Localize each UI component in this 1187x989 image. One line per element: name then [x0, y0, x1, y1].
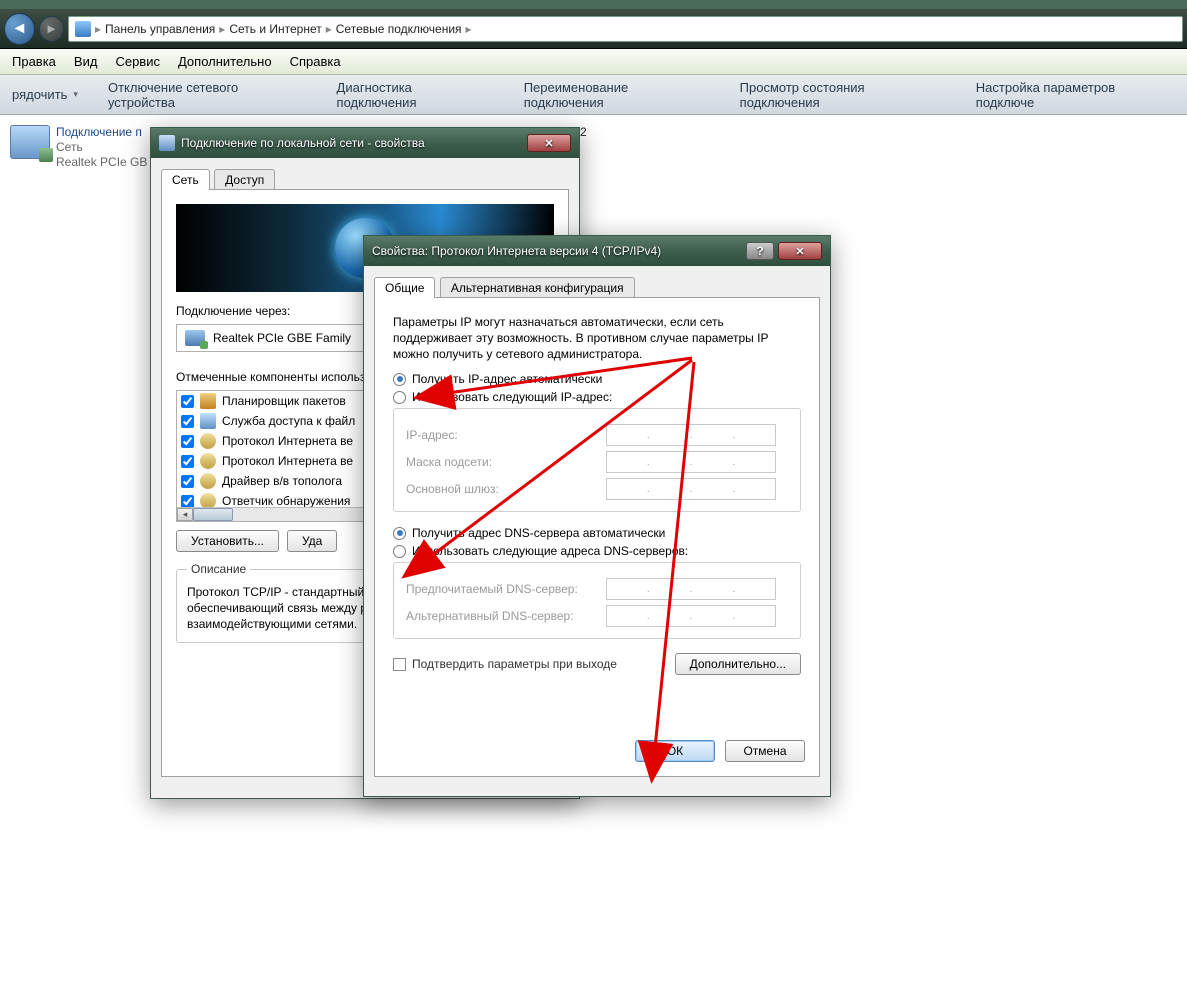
radio-label: Использовать следующие адреса DNS-сервер…	[412, 544, 688, 558]
radio-icon[interactable]	[393, 527, 406, 540]
menu-help[interactable]: Справка	[290, 54, 341, 69]
subnet-mask-input: ...	[606, 451, 776, 473]
checkbox[interactable]	[181, 475, 194, 488]
rename-button[interactable]: Переименование подключения	[524, 80, 710, 110]
alternate-dns-label: Альтернативный DNS-сервер:	[406, 609, 606, 623]
component-label: Драйвер в/в тополога	[222, 474, 342, 488]
dialog-titlebar[interactable]: Подключение по локальной сети - свойства…	[151, 128, 579, 158]
menu-advanced[interactable]: Дополнительно	[178, 54, 272, 69]
radio-label: Получить адрес DNS-сервера автоматически	[412, 526, 665, 540]
confirm-on-exit-checkbox[interactable]: Подтвердить параметры при выходе	[393, 657, 617, 671]
checkbox[interactable]	[181, 435, 194, 448]
ipv4-properties-dialog: Свойства: Протокол Интернета версии 4 (T…	[363, 235, 831, 797]
breadcrumb-item[interactable]: Сетевые подключения	[336, 22, 462, 36]
dialog-title: Подключение по локальной сети - свойства	[181, 136, 425, 150]
chevron-right-icon: ▸	[466, 22, 472, 36]
change-settings-button[interactable]: Настройка параметров подключе	[976, 80, 1175, 110]
close-button[interactable]: ✕	[778, 242, 822, 260]
organize-button[interactable]: рядочить	[12, 87, 78, 102]
component-icon	[200, 413, 216, 429]
component-label: Протокол Интернета ве	[222, 434, 353, 448]
gateway-input: ...	[606, 478, 776, 500]
checkbox[interactable]	[181, 395, 194, 408]
info-text: Параметры IP могут назначаться автоматич…	[393, 314, 801, 362]
tab-sharing[interactable]: Доступ	[214, 169, 275, 190]
breadcrumb-item[interactable]: Сеть и Интернет	[229, 22, 321, 36]
radio-dns-manual[interactable]: Использовать следующие адреса DNS-сервер…	[393, 544, 801, 558]
addressbar-icon	[75, 21, 91, 37]
component-icon	[200, 473, 216, 489]
connection-device: Realtek PCIe GB	[56, 155, 147, 170]
component-icon	[200, 393, 216, 409]
dialog-title: Свойства: Протокол Интернета версии 4 (T…	[372, 244, 661, 258]
component-label: Планировщик пакетов	[222, 394, 346, 408]
chevron-right-icon: ▸	[95, 22, 101, 36]
menu-tools[interactable]: Сервис	[115, 54, 160, 69]
dialog-icon	[159, 135, 175, 151]
device-name: Realtek PCIe GBE Family	[213, 331, 351, 345]
radio-icon[interactable]	[393, 373, 406, 386]
radio-dns-auto[interactable]: Получить адрес DNS-сервера автоматически	[393, 526, 801, 540]
nic-icon	[185, 330, 205, 346]
scroll-left-button[interactable]: ◂	[177, 508, 193, 521]
gateway-label: Основной шлюз:	[406, 482, 606, 496]
dns-fields-group: Предпочитаемый DNS-сервер:... Альтернати…	[393, 562, 801, 639]
connection-status: Сеть	[56, 140, 147, 155]
close-button[interactable]: ✕	[527, 134, 571, 152]
advanced-button[interactable]: Дополнительно...	[675, 653, 801, 675]
ip-address-input: ...	[606, 424, 776, 446]
tab-general[interactable]: Общие	[374, 277, 435, 298]
radio-ip-auto[interactable]: Получить IP-адрес автоматически	[393, 372, 801, 386]
help-button[interactable]: ?	[746, 242, 774, 260]
tab-network[interactable]: Сеть	[161, 169, 210, 190]
radio-ip-manual[interactable]: Использовать следующий IP-адрес:	[393, 390, 801, 404]
component-icon	[200, 453, 216, 469]
ok-button[interactable]: ОК	[635, 740, 715, 762]
ip-fields-group: IP-адрес:... Маска подсети:... Основной …	[393, 408, 801, 512]
radio-label: Использовать следующий IP-адрес:	[412, 390, 612, 404]
subnet-mask-label: Маска подсети:	[406, 455, 606, 469]
chevron-right-icon: ▸	[326, 22, 332, 36]
address-bar[interactable]: ▸ Панель управления ▸ Сеть и Интернет ▸ …	[68, 16, 1183, 42]
chevron-right-icon: ▸	[219, 22, 225, 36]
tab-alternate-config[interactable]: Альтернативная конфигурация	[440, 277, 635, 298]
preferred-dns-input: ...	[606, 578, 776, 600]
nav-forward-button[interactable]: ►	[39, 16, 64, 42]
diagnose-button[interactable]: Диагностика подключения	[337, 80, 494, 110]
scroll-thumb[interactable]	[193, 508, 233, 521]
radio-label: Получить IP-адрес автоматически	[412, 372, 602, 386]
checkbox-icon[interactable]	[393, 658, 406, 671]
component-label: Протокол Интернета ве	[222, 454, 353, 468]
description-legend: Описание	[187, 562, 250, 576]
component-icon	[200, 433, 216, 449]
view-status-button[interactable]: Просмотр состояния подключения	[740, 80, 946, 110]
uninstall-button[interactable]: Уда	[287, 530, 337, 552]
network-adapter-icon	[10, 125, 50, 159]
checkbox[interactable]	[181, 495, 194, 508]
component-label: Ответчик обнаружения	[222, 494, 350, 508]
breadcrumb-item[interactable]: Панель управления	[105, 22, 215, 36]
radio-icon[interactable]	[393, 391, 406, 404]
menu-edit[interactable]: Правка	[12, 54, 56, 69]
ip-address-label: IP-адрес:	[406, 428, 606, 442]
disable-device-button[interactable]: Отключение сетевого устройства	[108, 80, 307, 110]
menubar: Правка Вид Сервис Дополнительно Справка	[0, 49, 1187, 75]
menu-view[interactable]: Вид	[74, 54, 98, 69]
nav-back-button[interactable]: ◄	[4, 13, 35, 45]
alternate-dns-input: ...	[606, 605, 776, 627]
component-label: Служба доступа к файл	[222, 414, 355, 428]
radio-icon[interactable]	[393, 545, 406, 558]
checkbox[interactable]	[181, 415, 194, 428]
explorer-header: ◄ ► ▸ Панель управления ▸ Сеть и Интерне…	[0, 9, 1187, 49]
connection-item-2-suffix: 2	[580, 125, 587, 139]
preferred-dns-label: Предпочитаемый DNS-сервер:	[406, 582, 606, 596]
checkbox-label: Подтвердить параметры при выходе	[412, 657, 617, 671]
connection-name: Подключение п	[56, 125, 147, 140]
cancel-button[interactable]: Отмена	[725, 740, 805, 762]
install-button[interactable]: Установить...	[176, 530, 279, 552]
command-bar: рядочить Отключение сетевого устройства …	[0, 75, 1187, 115]
checkbox[interactable]	[181, 455, 194, 468]
dialog-titlebar[interactable]: Свойства: Протокол Интернета версии 4 (T…	[364, 236, 830, 266]
